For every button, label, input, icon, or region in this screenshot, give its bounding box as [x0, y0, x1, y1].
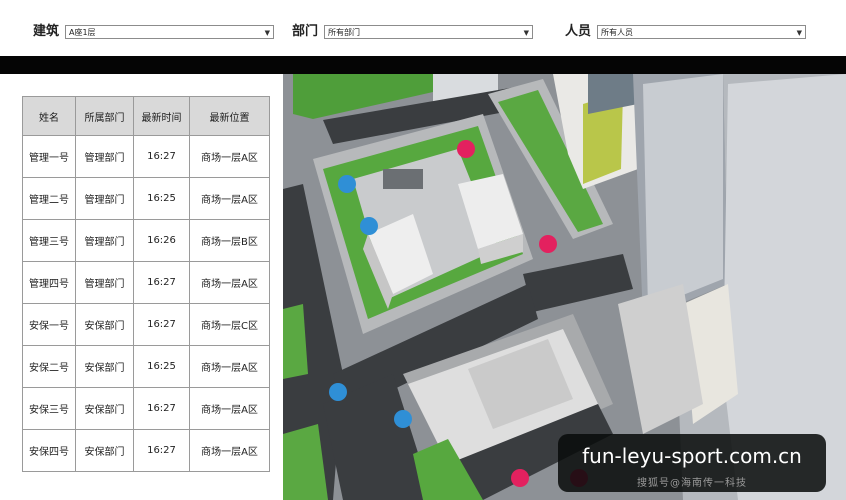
column-header-department: 所属部门	[75, 96, 134, 136]
cell-name: 安保一号	[22, 303, 76, 346]
cell-time: 16:27	[133, 135, 190, 178]
cell-location: 商场一层B区	[189, 219, 270, 262]
cell-time: 16:27	[133, 261, 190, 304]
cell-time: 16:27	[133, 429, 190, 472]
cell-time: 16:26	[133, 219, 190, 262]
cell-location: 商场一层A区	[189, 135, 270, 178]
cell-location: 商场一层A区	[189, 429, 270, 472]
personnel-table: 姓名 所属部门 最新时间 最新位置 管理一号 管理部门 16:27 商场一层A区…	[22, 96, 270, 472]
building-label: 建筑	[33, 24, 60, 39]
personnel-label: 人员	[565, 24, 592, 39]
cell-time: 16:27	[133, 387, 190, 430]
security-marker[interactable]	[329, 383, 347, 401]
security-marker[interactable]	[338, 175, 356, 193]
management-marker[interactable]	[511, 469, 529, 487]
caret-down-icon: ▼	[523, 29, 529, 37]
cell-department: 安保部门	[75, 303, 134, 346]
cell-time: 16:25	[133, 345, 190, 388]
table-row[interactable]: 管理一号 管理部门 16:27 商场一层A区	[22, 135, 270, 178]
cell-name: 管理二号	[22, 177, 76, 220]
building-select[interactable]: A座1层 ▼	[65, 25, 274, 39]
management-marker[interactable]	[457, 140, 475, 158]
watermark-badge: fun-leyu-sport.com.cn 搜狐号@海南传一科技	[558, 434, 826, 492]
cell-location: 商场一层A区	[189, 261, 270, 304]
cell-name: 安保二号	[22, 345, 76, 388]
column-header-name: 姓名	[22, 96, 76, 136]
skyscraper-face	[643, 74, 723, 309]
column-header-time: 最新时间	[133, 96, 190, 136]
table-header-row: 姓名 所属部门 最新时间 最新位置	[22, 96, 270, 136]
filter-bar: 建筑 A座1层 ▼ 部门 所有部门 ▼ 人员 所有人员 ▼	[0, 0, 846, 56]
cell-department: 管理部门	[75, 177, 134, 220]
table-row[interactable]: 管理四号 管理部门 16:27 商场一层A区	[22, 261, 270, 304]
cell-location: 商场一层C区	[189, 303, 270, 346]
personnel-table-panel: 姓名 所属部门 最新时间 最新位置 管理一号 管理部门 16:27 商场一层A区…	[0, 74, 283, 500]
cell-name: 安保四号	[22, 429, 76, 472]
cell-department: 安保部门	[75, 429, 134, 472]
cell-department: 管理部门	[75, 219, 134, 262]
watermark-subtext: 搜狐号@海南传一科技	[637, 478, 747, 489]
cell-name: 安保三号	[22, 387, 76, 430]
cell-name: 管理一号	[22, 135, 76, 178]
table-row[interactable]: 管理三号 管理部门 16:26 商场一层B区	[22, 219, 270, 262]
security-marker[interactable]	[394, 410, 412, 428]
cell-name: 管理四号	[22, 261, 76, 304]
cell-department: 管理部门	[75, 135, 134, 178]
table-row[interactable]: 管理二号 管理部门 16:25 商场一层A区	[22, 177, 270, 220]
cell-department: 安保部门	[75, 345, 134, 388]
cell-location: 商场一层A区	[189, 177, 270, 220]
building-select-value: A座1层	[69, 28, 96, 37]
security-marker[interactable]	[360, 217, 378, 235]
personnel-select-value: 所有人员	[601, 28, 633, 37]
table-row[interactable]: 安保三号 安保部门 16:27 商场一层A区	[22, 387, 270, 430]
kiosk	[383, 169, 423, 189]
table-row[interactable]: 安保四号 安保部门 16:27 商场一层A区	[22, 429, 270, 472]
cell-department: 管理部门	[75, 261, 134, 304]
watermark-text: fun-leyu-sport.com.cn	[582, 444, 802, 468]
cell-department: 安保部门	[75, 387, 134, 430]
caret-down-icon: ▼	[264, 29, 270, 37]
column-header-location: 最新位置	[189, 96, 270, 136]
personnel-select[interactable]: 所有人员 ▼	[597, 25, 806, 39]
department-select[interactable]: 所有部门 ▼	[324, 25, 533, 39]
cell-time: 16:27	[133, 303, 190, 346]
cell-location: 商场一层A区	[189, 387, 270, 430]
table-row[interactable]: 安保二号 安保部门 16:25 商场一层A区	[22, 345, 270, 388]
department-select-value: 所有部门	[328, 28, 360, 37]
department-label: 部门	[292, 24, 319, 39]
header-divider-band	[0, 56, 846, 74]
caret-down-icon: ▼	[796, 29, 802, 37]
table-row[interactable]: 安保一号 安保部门 16:27 商场一层C区	[22, 303, 270, 346]
management-marker[interactable]	[539, 235, 557, 253]
cell-time: 16:25	[133, 177, 190, 220]
cell-location: 商场一层A区	[189, 345, 270, 388]
cell-name: 管理三号	[22, 219, 76, 262]
